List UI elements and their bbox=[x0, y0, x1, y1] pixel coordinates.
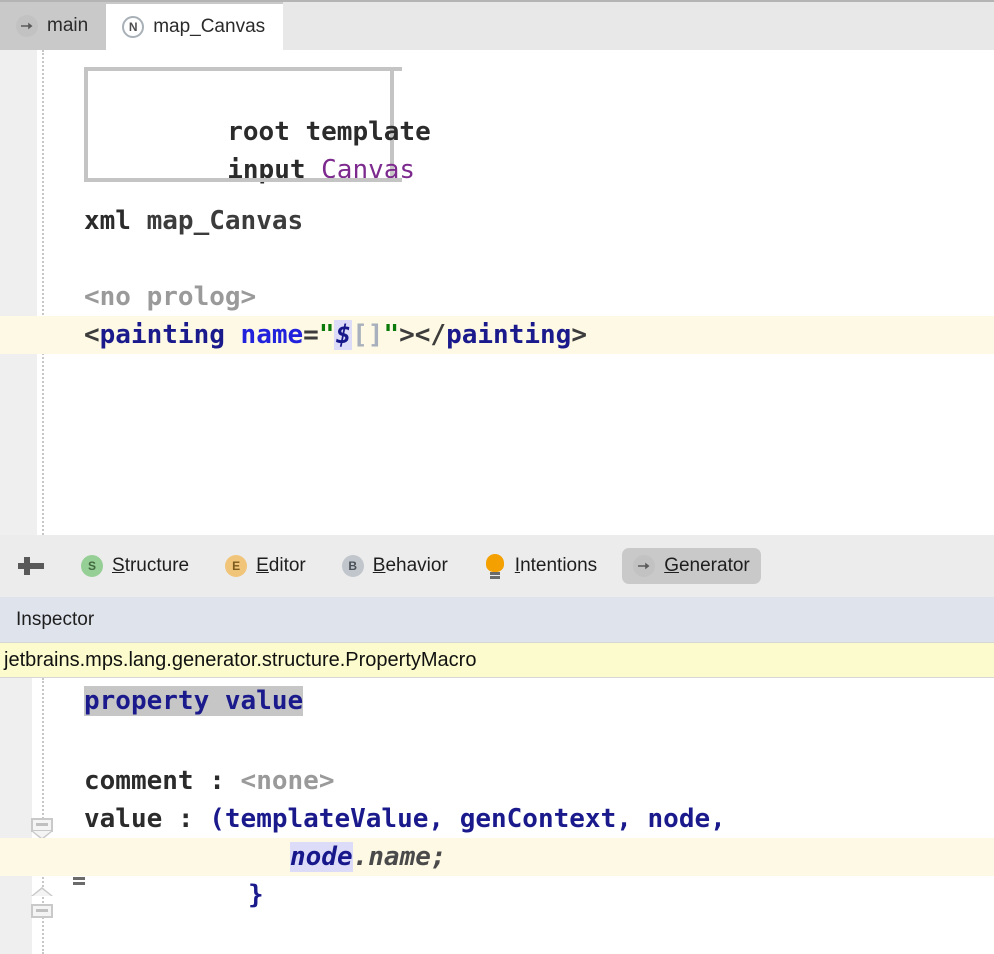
spacer-row bbox=[0, 164, 994, 202]
spacer-row bbox=[0, 240, 994, 278]
attribute-equals: = bbox=[303, 320, 319, 350]
arrow-right-icon bbox=[633, 555, 655, 577]
inspector-code-area[interactable]: property value comment : <none> value : … bbox=[0, 678, 994, 954]
editor-tab-strip: main N map_Canvas bbox=[0, 0, 994, 50]
comment-label: comment : bbox=[84, 766, 241, 796]
property-macro-brackets[interactable]: [] bbox=[352, 320, 383, 350]
tag-close-open-bracket: </ bbox=[415, 320, 446, 350]
aspect-tab-structure[interactable]: S Structure bbox=[70, 548, 200, 584]
behavior-icon: B bbox=[342, 555, 364, 577]
spacer-row bbox=[0, 50, 994, 88]
tag-close-bracket: > bbox=[571, 320, 587, 350]
aspect-tab-label: Intentions bbox=[515, 555, 597, 577]
value-body-row[interactable]: node.name; bbox=[0, 838, 994, 876]
inspector-body[interactable]: property value comment : <none> value : … bbox=[0, 678, 994, 954]
spacer-row bbox=[0, 88, 994, 126]
aspect-tab-label: Generator bbox=[664, 555, 750, 577]
tag-space bbox=[225, 320, 241, 350]
aspect-tab-behavior[interactable]: B Behavior bbox=[331, 548, 459, 584]
value-property-row[interactable]: value : (templateValue, genContext, node… bbox=[0, 800, 994, 838]
inspector-title: Inspector bbox=[16, 609, 94, 631]
aspect-tab-label: Editor bbox=[256, 555, 306, 577]
spacer-row bbox=[0, 724, 994, 762]
root-kind-keyword: xml bbox=[84, 206, 147, 236]
editor-icon: E bbox=[225, 555, 247, 577]
property-macro-dollar[interactable]: $ bbox=[334, 320, 352, 350]
comment-property-row[interactable]: comment : <none> bbox=[0, 762, 994, 800]
breadcrumb-concept-fqn: jetbrains.mps.lang.generator.structure.P… bbox=[4, 649, 476, 672]
editor-tab-label: map_Canvas bbox=[153, 16, 265, 38]
concept-header-text[interactable]: property value bbox=[84, 686, 303, 716]
tag-open-close-bracket: > bbox=[399, 320, 415, 350]
closing-brace-row[interactable]: } bbox=[0, 876, 994, 914]
arrow-right-icon bbox=[16, 15, 38, 37]
inspector-breadcrumb[interactable]: jetbrains.mps.lang.generator.structure.P… bbox=[0, 642, 994, 678]
structure-icon: S bbox=[81, 555, 103, 577]
aspect-tab-label: Behavior bbox=[373, 555, 448, 577]
attribute-quote-open: " bbox=[319, 320, 335, 350]
root-declaration-row[interactable]: xml map_Canvas bbox=[0, 202, 994, 240]
tag-open-bracket: < bbox=[84, 320, 100, 350]
editor-tab-label: main bbox=[47, 15, 88, 37]
root-name[interactable]: map_Canvas bbox=[147, 206, 304, 236]
attribute-name[interactable]: name bbox=[241, 320, 304, 350]
inspector-header: Inspector bbox=[0, 597, 994, 642]
prolog-placeholder[interactable]: <no prolog> bbox=[84, 282, 256, 312]
aspect-tab-label: Structure bbox=[112, 555, 189, 577]
main-editor[interactable]: root template input Canvas xml map_Canva… bbox=[0, 50, 994, 535]
aspect-tab-generator[interactable]: Generator bbox=[622, 548, 761, 584]
aspect-tab-editor[interactable]: E Editor bbox=[214, 548, 317, 584]
tab-strip-filler bbox=[283, 2, 994, 50]
comment-value[interactable]: <none> bbox=[241, 766, 335, 796]
value-label: value : bbox=[84, 804, 209, 834]
aspect-tab-intentions[interactable]: Intentions bbox=[473, 547, 608, 585]
node-n-icon: N bbox=[122, 16, 144, 38]
add-aspect-button[interactable] bbox=[14, 549, 48, 583]
property-access[interactable]: .name; bbox=[353, 842, 447, 872]
spacer-row bbox=[0, 126, 994, 164]
editor-tab-map-canvas[interactable]: N map_Canvas bbox=[106, 4, 283, 50]
closing-brace: } bbox=[248, 880, 264, 910]
attribute-quote-close: " bbox=[383, 320, 399, 350]
editor-tab-main[interactable]: main bbox=[0, 2, 106, 50]
prolog-row[interactable]: <no prolog> bbox=[0, 278, 994, 316]
painting-element-row[interactable]: <painting name="$[]"></painting> bbox=[0, 316, 994, 354]
value-signature[interactable]: (templateValue, genContext, node, bbox=[209, 804, 726, 834]
inspector-concept-header-row[interactable]: property value bbox=[0, 678, 994, 724]
tag-name-open[interactable]: painting bbox=[100, 320, 225, 350]
tag-name-close[interactable]: painting bbox=[446, 320, 571, 350]
editor-code-area[interactable]: root template input Canvas xml map_Canva… bbox=[0, 50, 994, 535]
node-reference[interactable]: node bbox=[290, 842, 353, 872]
aspect-tab-bar: S Structure E Editor B Behavior Intentio… bbox=[0, 535, 994, 597]
lightbulb-icon bbox=[484, 554, 506, 578]
